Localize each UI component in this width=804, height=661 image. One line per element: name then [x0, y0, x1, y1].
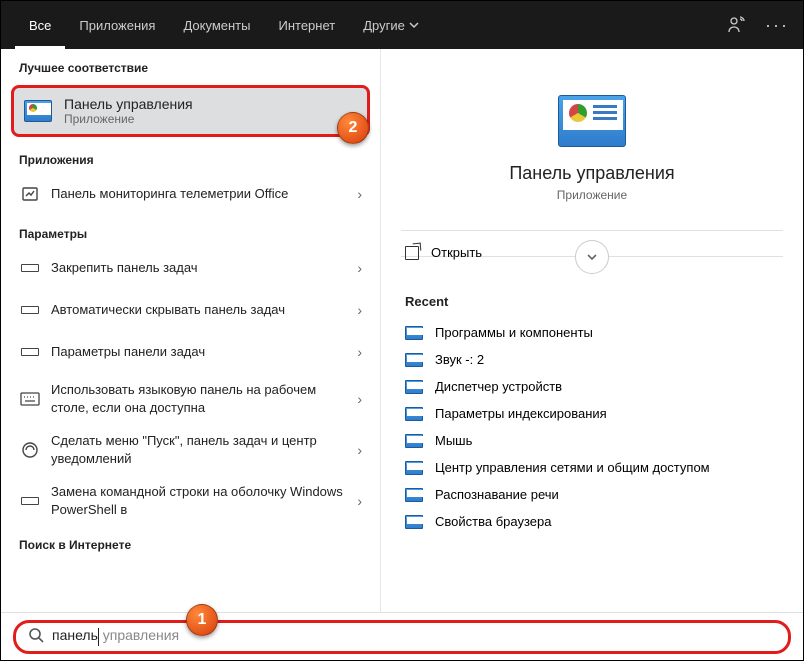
control-panel-icon: [405, 407, 423, 421]
recent-speech-recognition[interactable]: Распознавание речи: [401, 481, 783, 508]
settings-header: Параметры: [1, 215, 380, 247]
result-label: Автоматически скрывать панель задач: [51, 301, 347, 319]
control-panel-icon: [405, 461, 423, 475]
best-match-header: Лучшее соответствие: [1, 49, 380, 81]
preview-subtitle: Приложение: [401, 188, 783, 202]
recent-label: Свойства браузера: [435, 514, 551, 529]
apps-header: Приложения: [1, 141, 380, 173]
color-icon: [19, 441, 41, 459]
setting-autohide-taskbar[interactable]: Автоматически скрывать панель задач ›: [1, 289, 380, 331]
results-pane: Лучшее соответствие Панель управления Пр…: [1, 49, 381, 612]
tab-more-label: Другие: [363, 18, 405, 33]
taskbar-icon: [19, 264, 41, 272]
search-icon: [28, 627, 44, 646]
recent-label: Программы и компоненты: [435, 325, 593, 340]
result-label: Использовать языковую панель на рабочем …: [51, 381, 347, 416]
taskbar-icon: [19, 497, 41, 505]
result-label: Замена командной строки на оболочку Wind…: [51, 483, 347, 518]
control-panel-icon: [405, 326, 423, 340]
recent-label: Звук -: 2: [435, 352, 484, 367]
chevron-right-icon: ›: [357, 186, 362, 202]
tab-more[interactable]: Другие: [349, 1, 433, 49]
search-typed-text: панель: [52, 627, 98, 643]
setting-language-bar[interactable]: Использовать языковую панель на рабочем …: [1, 373, 380, 424]
more-options-icon[interactable]: ···: [765, 15, 789, 36]
tab-internet[interactable]: Интернет: [264, 1, 349, 49]
open-label: Открыть: [431, 245, 482, 260]
control-panel-icon: [24, 100, 52, 122]
control-panel-icon: [405, 380, 423, 394]
chevron-right-icon: ›: [357, 391, 362, 407]
recent-indexing-options[interactable]: Параметры индексирования: [401, 400, 783, 427]
chevron-right-icon: ›: [357, 302, 362, 318]
tab-all[interactable]: Все: [15, 1, 65, 49]
search-autocomplete-hint: управления: [99, 627, 179, 643]
setting-start-taskbar-notifications[interactable]: Сделать меню "Пуск", панель задач и цент…: [1, 424, 380, 475]
best-match-result[interactable]: Панель управления Приложение 2: [11, 85, 370, 137]
control-panel-icon: [405, 488, 423, 502]
filter-tabs: Все Приложения Документы Интернет Другие: [15, 1, 433, 49]
tab-apps[interactable]: Приложения: [65, 1, 169, 49]
recent-label: Параметры индексирования: [435, 406, 607, 421]
top-bar: Все Приложения Документы Интернет Другие…: [1, 1, 803, 49]
setting-taskbar-settings[interactable]: Параметры панели задач ›: [1, 331, 380, 373]
recent-label: Мышь: [435, 433, 472, 448]
control-panel-icon: [405, 353, 423, 367]
result-label: Сделать меню "Пуск", панель задач и цент…: [51, 432, 347, 467]
annotation-marker-2: 2: [337, 112, 369, 144]
recent-device-manager[interactable]: Диспетчер устройств: [401, 373, 783, 400]
recent-programs-features[interactable]: Программы и компоненты: [401, 319, 783, 346]
recent-browser-properties[interactable]: Свойства браузера: [401, 508, 783, 535]
control-panel-icon: [405, 515, 423, 529]
web-search-header: Поиск в Интернете: [1, 526, 380, 558]
keyboard-icon: [19, 392, 41, 406]
control-panel-icon: [405, 434, 423, 448]
result-label: Закрепить панель задач: [51, 259, 347, 277]
chevron-right-icon: ›: [357, 344, 362, 360]
tab-documents[interactable]: Документы: [169, 1, 264, 49]
recent-label: Распознавание речи: [435, 487, 559, 502]
search-text: панель управления: [52, 627, 179, 645]
setting-pin-taskbar[interactable]: Закрепить панель задач ›: [1, 247, 380, 289]
recent-mouse[interactable]: Мышь: [401, 427, 783, 454]
annotation-marker-1: 1: [186, 604, 218, 636]
recent-network-center[interactable]: Центр управления сетями и общим доступом: [401, 454, 783, 481]
control-panel-large-icon: [558, 95, 626, 147]
preview-pane: Панель управления Приложение Открыть Rec…: [381, 49, 803, 612]
result-label: Панель мониторинга телеметрии Office: [51, 185, 347, 203]
setting-replace-cmd-powershell[interactable]: Замена командной строки на оболочку Wind…: [1, 475, 380, 526]
open-icon: [405, 246, 419, 260]
recent-label: Центр управления сетями и общим доступом: [435, 460, 710, 475]
preview-title: Панель управления: [401, 163, 783, 184]
best-match-title: Панель управления: [64, 96, 193, 112]
search-bar: панель управления 1: [1, 612, 803, 660]
app-result-office-telemetry[interactable]: Панель мониторинга телеметрии Office ›: [1, 173, 380, 215]
recent-label: Диспетчер устройств: [435, 379, 562, 394]
chevron-right-icon: ›: [357, 260, 362, 276]
expand-button[interactable]: [575, 240, 609, 274]
taskbar-icon: [19, 306, 41, 314]
chevron-down-icon: [409, 18, 419, 33]
app-icon: [19, 185, 41, 203]
taskbar-icon: [19, 348, 41, 356]
recent-sound[interactable]: Звук -: 2: [401, 346, 783, 373]
result-label: Параметры панели задач: [51, 343, 347, 361]
search-input[interactable]: панель управления: [13, 620, 791, 654]
best-match-subtitle: Приложение: [64, 112, 193, 126]
recent-header: Recent: [401, 274, 783, 319]
chevron-right-icon: ›: [357, 493, 362, 509]
chevron-right-icon: ›: [357, 442, 362, 458]
feedback-icon[interactable]: [727, 16, 745, 34]
